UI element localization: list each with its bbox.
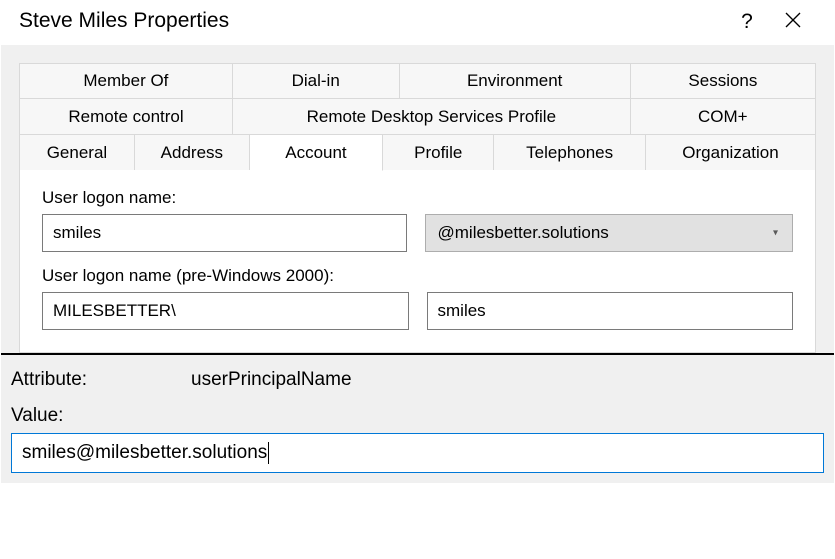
pre2000-label: User logon name (pre-Windows 2000):: [42, 266, 793, 286]
account-tab-panel: User logon name: smiles @milesbetter.sol…: [19, 170, 816, 353]
tab-label: Environment: [467, 71, 562, 91]
tab-label: Remote Desktop Services Profile: [307, 107, 556, 127]
attribute-value-text: smiles@milesbetter.solutions: [22, 442, 267, 464]
logon-name-input[interactable]: smiles: [42, 214, 407, 252]
text-caret: [268, 442, 269, 464]
tab-address[interactable]: Address: [135, 135, 250, 171]
properties-window: Steve Miles Properties ? Member Of Dial-…: [0, 0, 835, 484]
tab-label: Organization: [682, 143, 778, 163]
upn-suffix-combobox[interactable]: @milesbetter.solutions ▾: [425, 214, 794, 252]
tab-com-plus[interactable]: COM+: [631, 99, 816, 135]
client-area: Member Of Dial-in Environment Sessions R…: [1, 45, 834, 353]
attribute-key-label: Attribute:: [11, 369, 191, 391]
tab-member-of[interactable]: Member Of: [19, 63, 233, 99]
attribute-value-input[interactable]: smiles@milesbetter.solutions: [11, 433, 824, 473]
tab-label: Telephones: [526, 143, 613, 163]
upn-suffix-value: @milesbetter.solutions: [438, 223, 609, 243]
pre2000-user-input[interactable]: smiles: [427, 292, 794, 330]
tab-rds-profile[interactable]: Remote Desktop Services Profile: [233, 99, 631, 135]
pre2000-domain-input[interactable]: MILESBETTER\: [42, 292, 409, 330]
tab-label: COM+: [698, 107, 748, 127]
tab-strip: Member Of Dial-in Environment Sessions R…: [19, 63, 816, 171]
logon-name-label: User logon name:: [42, 188, 793, 208]
tab-label: Profile: [414, 143, 462, 163]
tab-account[interactable]: Account: [250, 135, 383, 171]
window-title: Steve Miles Properties: [19, 9, 724, 33]
tab-organization[interactable]: Organization: [646, 135, 816, 171]
pre2000-domain-value: MILESBETTER\: [53, 301, 176, 321]
logon-name-value: smiles: [53, 223, 101, 243]
tab-label: General: [47, 143, 107, 163]
tab-environment[interactable]: Environment: [400, 63, 631, 99]
pre2000-user-value: smiles: [438, 301, 486, 321]
value-label: Value:: [11, 405, 824, 427]
titlebar: Steve Miles Properties ?: [1, 1, 834, 45]
attribute-name-value: userPrincipalName: [191, 369, 352, 391]
tab-dial-in[interactable]: Dial-in: [233, 63, 400, 99]
tab-general[interactable]: General: [19, 135, 135, 171]
help-button[interactable]: ?: [724, 11, 770, 32]
tab-label: Dial-in: [292, 71, 340, 91]
tab-row-1: Member Of Dial-in Environment Sessions: [19, 63, 816, 99]
chevron-down-icon: ▾: [773, 228, 778, 239]
attribute-row: Attribute: userPrincipalName: [11, 369, 824, 391]
tab-label: Account: [285, 143, 346, 163]
tab-sessions[interactable]: Sessions: [631, 63, 816, 99]
close-button[interactable]: [770, 11, 816, 32]
tab-label: Address: [161, 143, 223, 163]
tab-telephones[interactable]: Telephones: [494, 135, 646, 171]
tab-remote-control[interactable]: Remote control: [19, 99, 233, 135]
tab-row-2: Remote control Remote Desktop Services P…: [19, 99, 816, 135]
tab-row-3: General Address Account Profile Telephon…: [19, 135, 816, 171]
tab-label: Member Of: [83, 71, 168, 91]
tab-label: Sessions: [688, 71, 757, 91]
tab-profile[interactable]: Profile: [383, 135, 494, 171]
tab-label: Remote control: [68, 107, 183, 127]
close-icon: [785, 12, 801, 28]
attribute-editor-panel: Attribute: userPrincipalName Value: smil…: [1, 353, 834, 483]
